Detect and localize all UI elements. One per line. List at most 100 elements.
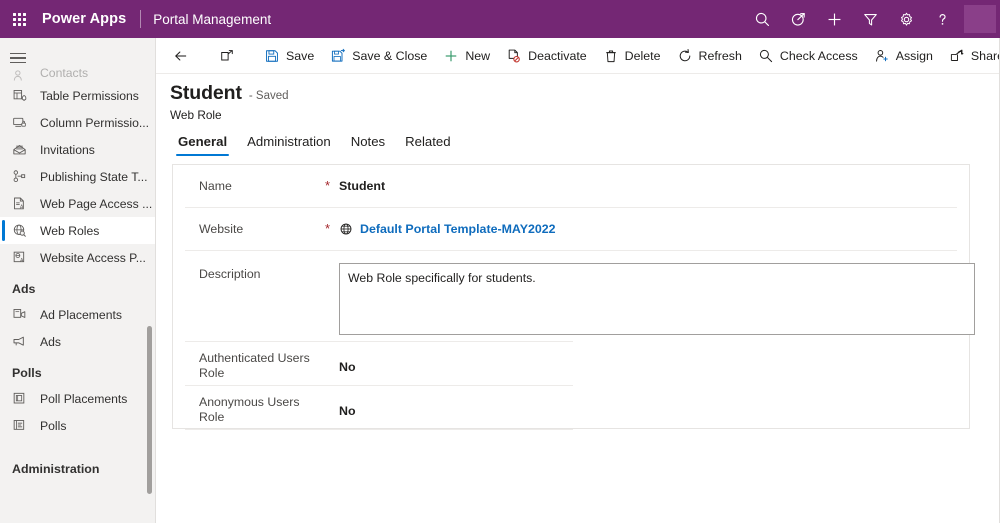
sidebar-item-table-permissions[interactable]: Table Permissions (0, 82, 156, 109)
sidebar-item-web-roles[interactable]: Web Roles (0, 217, 156, 244)
website-access-icon: A (12, 249, 34, 267)
command-label: Deactivate (528, 49, 587, 63)
sidebar-item-publishing-state-transitions[interactable]: Publishing State T... (0, 163, 156, 190)
save-close-icon (330, 48, 346, 64)
waffle-icon (13, 13, 26, 26)
poll-placements-icon (12, 390, 34, 408)
sidebar-item-invitations[interactable]: Invitations (0, 136, 156, 163)
sidebar-item-label: Web Roles (40, 224, 99, 238)
left-navigation-sidebar: Contacts Table Permissions Column Permis… (0, 38, 156, 523)
sidebar-item-label: Website Access P... (40, 251, 146, 265)
command-bar: Save Save & Close New Deactivate Delete … (156, 38, 1000, 74)
share-button[interactable]: Share (941, 38, 1000, 74)
diagnostics-button[interactable] (780, 0, 816, 38)
tab-related[interactable]: Related (395, 134, 460, 156)
field-value-website-link[interactable]: Default Portal Template-MAY2022 (339, 222, 969, 236)
website-link-text: Default Portal Template-MAY2022 (360, 222, 556, 236)
delete-button[interactable]: Delete (595, 38, 669, 74)
brand-powerapps[interactable]: Power Apps (42, 11, 126, 27)
description-textarea[interactable]: Web Role specifically for students. (339, 263, 975, 335)
sidebar-group-ads: Ads (0, 271, 156, 301)
sidebar-item-label: Web Page Access ... (40, 197, 152, 211)
sidebar-item-ads[interactable]: Ads (0, 328, 156, 355)
globe-icon (339, 222, 353, 236)
settings-button[interactable] (888, 0, 924, 38)
user-avatar-button[interactable] (960, 0, 1000, 38)
app-launcher-button[interactable] (0, 0, 38, 38)
general-tab-form-card: Name * Student Website * Default Portal … (172, 164, 970, 429)
sidebar-item-poll-placements[interactable]: Poll Placements (0, 385, 156, 412)
sidebar-item-label: Invitations (40, 143, 95, 157)
command-label: Assign (896, 49, 933, 63)
table-permissions-icon (12, 87, 34, 105)
search-button[interactable] (744, 0, 780, 38)
search-icon (754, 11, 771, 28)
tab-administration[interactable]: Administration (237, 134, 341, 156)
field-divider (185, 429, 573, 430)
form-tab-list: General Administration Notes Related (168, 128, 461, 156)
check-access-icon (758, 48, 774, 64)
sidebar-item-website-access-permissions[interactable]: A Website Access P... (0, 244, 156, 271)
suite-actions (744, 0, 1000, 38)
save-button[interactable]: Save (256, 38, 322, 74)
invitations-icon (12, 141, 34, 159)
deactivate-button[interactable]: Deactivate (498, 38, 595, 74)
refresh-icon (677, 48, 693, 64)
sidebar-item-contacts[interactable]: Contacts (0, 66, 156, 82)
ad-placements-icon (12, 306, 34, 324)
assign-button[interactable]: Assign (866, 38, 941, 74)
help-button[interactable] (924, 0, 960, 38)
command-label: Save (286, 49, 314, 63)
sidebar-item-label: Publishing State T... (40, 170, 148, 184)
back-arrow-icon (173, 48, 189, 64)
filter-button[interactable] (852, 0, 888, 38)
field-label-description: Description (199, 263, 325, 282)
sitemap-list: Contacts Table Permissions Column Permis… (0, 66, 156, 523)
svg-text:A: A (20, 205, 24, 211)
field-value-authenticated-users-role[interactable]: No (339, 351, 969, 374)
field-label-name: Name (199, 179, 325, 194)
sidebar-item-column-permissions[interactable]: Column Permissio... (0, 109, 156, 136)
sidebar-item-label: Polls (40, 419, 66, 433)
new-button[interactable] (816, 0, 852, 38)
required-marker: * (325, 222, 339, 236)
field-row-authenticated-users-role: Authenticated Users Role No (173, 342, 969, 385)
open-in-new-window-button[interactable] (210, 38, 244, 74)
command-label: Share (971, 49, 1000, 63)
sidebar-item-ad-placements[interactable]: Ad Placements (0, 301, 156, 328)
field-row-description: Description Web Role specifically for st… (173, 251, 969, 341)
required-marker: * (325, 179, 339, 193)
entity-name-label: Web Role (170, 108, 289, 122)
target-arrow-icon (790, 11, 807, 28)
column-permissions-icon (12, 114, 34, 132)
field-value-anonymous-users-role[interactable]: No (339, 395, 969, 418)
field-value-name[interactable]: Student (339, 179, 969, 193)
form-main-pane: Student - Saved Web Role General Adminis… (156, 74, 1000, 523)
refresh-button[interactable]: Refresh (669, 38, 750, 74)
sidebar-item-polls[interactable]: Polls (0, 412, 156, 439)
field-row-website: Website * Default Portal Template-MAY202… (173, 208, 969, 250)
back-button[interactable] (164, 38, 198, 74)
tab-general[interactable]: General (168, 134, 237, 156)
brand-divider (140, 10, 141, 28)
sidebar-item-web-page-access-control-rules[interactable]: A Web Page Access ... (0, 190, 156, 217)
tab-notes[interactable]: Notes (341, 134, 395, 156)
web-roles-icon (12, 222, 34, 240)
app-name-label: Portal Management (153, 12, 271, 27)
sidebar-item-label: Ad Placements (40, 308, 122, 322)
sidebar-scrollbar-thumb[interactable] (147, 326, 152, 494)
new-button[interactable]: New (435, 38, 498, 74)
page-title: Student (170, 82, 242, 105)
deactivate-icon (506, 48, 522, 64)
sidebar-group-administration: Administration (0, 439, 156, 481)
save-and-close-button[interactable]: Save & Close (322, 38, 435, 74)
plus-icon (443, 48, 459, 64)
form-header: Student - Saved Web Role (170, 82, 289, 122)
sidebar-item-label: Column Permissio... (40, 116, 149, 130)
filter-icon (862, 11, 879, 28)
sidebar-item-label: Poll Placements (40, 392, 127, 406)
check-access-button[interactable]: Check Access (750, 38, 866, 74)
sidebar-group-polls: Polls (0, 355, 156, 385)
field-label-anonymous-users-role: Anonymous Users Role (199, 395, 325, 425)
ads-icon (12, 333, 34, 351)
